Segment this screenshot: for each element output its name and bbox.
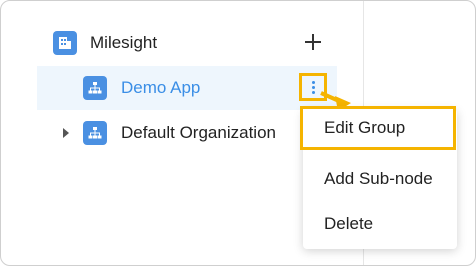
context-menu: Edit Group Add Sub-node Delete [300, 106, 457, 249]
menu-item-edit-group[interactable]: Edit Group [300, 106, 456, 150]
tree-node-milesight[interactable]: Milesight [37, 21, 337, 65]
menu-item-delete[interactable]: Delete [303, 202, 457, 246]
group-tree-icon [83, 76, 107, 100]
group-tree-icon [83, 121, 107, 145]
menu-item-add-sub-node[interactable]: Add Sub-node [303, 157, 457, 201]
tree-node-demo-app[interactable]: Demo App [37, 66, 337, 110]
more-vertical-icon [311, 80, 315, 84]
add-node-button[interactable] [302, 31, 324, 53]
tree-node-label: Demo App [121, 78, 201, 97]
expand-caret-icon[interactable] [63, 128, 69, 138]
more-options-button[interactable] [299, 73, 327, 101]
organization-icon [53, 31, 77, 55]
tree-node-default-organization[interactable]: Default Organization [37, 111, 297, 155]
tree-panel: Milesight Demo App Default Organization … [0, 0, 476, 266]
tree-node-label: Milesight [90, 33, 158, 52]
tree-node-label: Default Organization [121, 123, 276, 142]
